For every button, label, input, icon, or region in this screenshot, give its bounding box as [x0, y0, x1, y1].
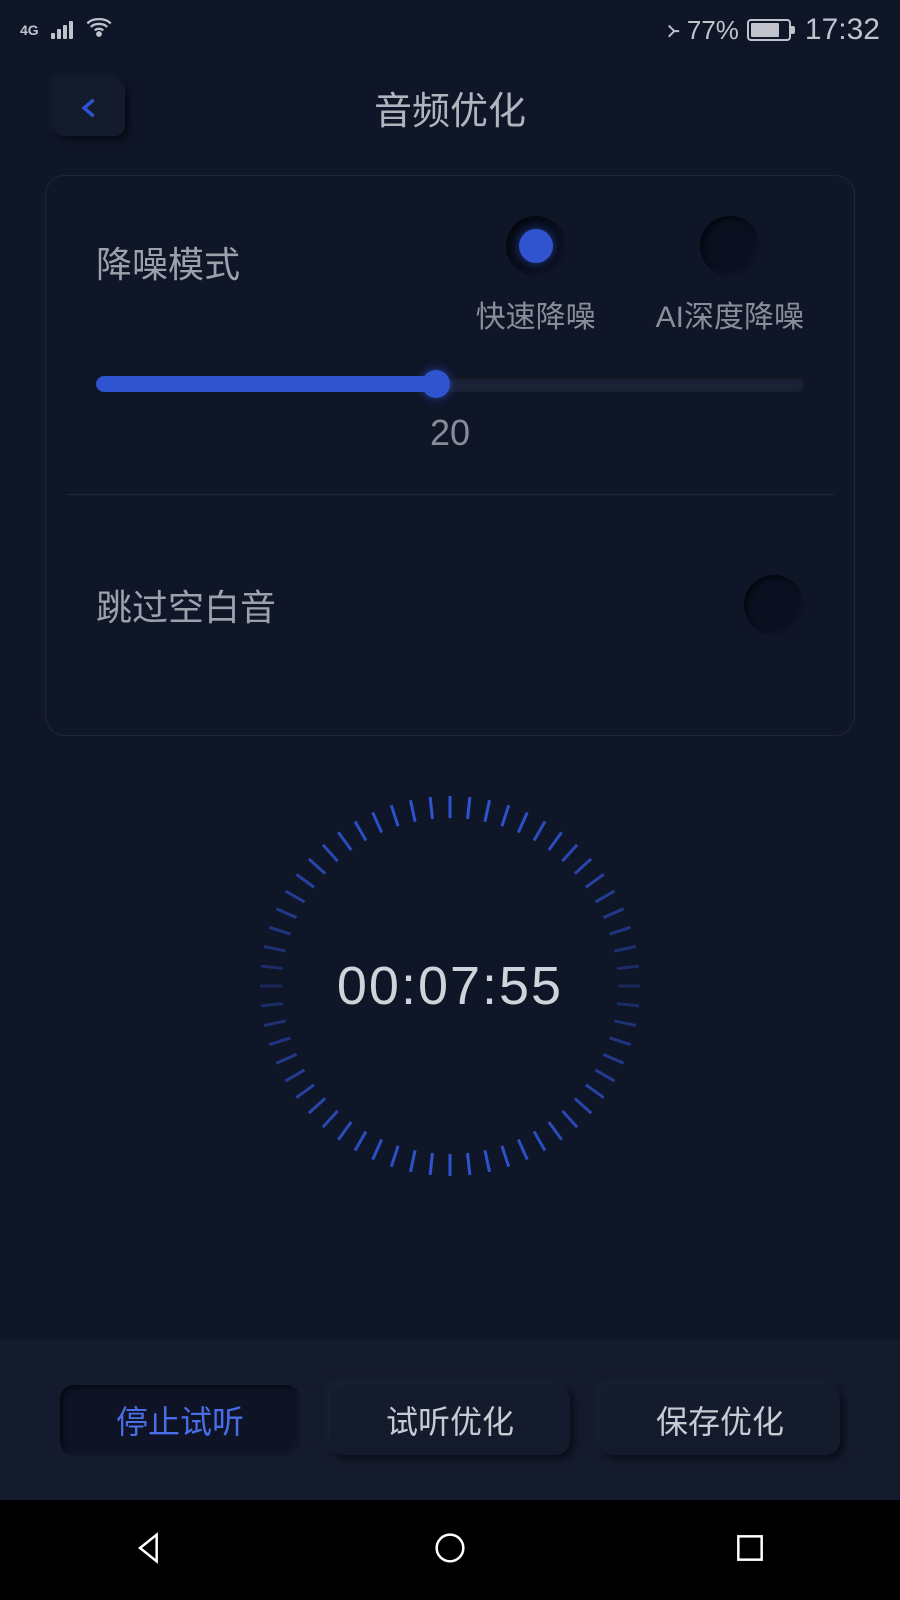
noise-mode-section: 降噪模式 快速降噪 AI深度降噪 — [46, 216, 854, 336]
skip-silence-label: 跳过空白音 — [96, 579, 276, 631]
save-optimize-button[interactable]: 保存优化 — [600, 1385, 840, 1455]
radio-option-ai[interactable]: AI深度降噪 — [656, 216, 804, 336]
nav-back-icon[interactable] — [130, 1528, 170, 1573]
network-indicator: 4G — [20, 23, 39, 37]
skip-silence-section: 跳过空白音 — [46, 535, 854, 675]
battery-percent: 77% — [687, 15, 739, 46]
timer-section: 00:07:55 — [0, 796, 900, 1176]
settings-card: 降噪模式 快速降噪 AI深度降噪 20 跳过空白音 — [45, 175, 855, 736]
radio-option-fast[interactable]: 快速降噪 — [476, 216, 596, 336]
nav-home-icon[interactable] — [430, 1528, 470, 1573]
system-nav-bar — [0, 1500, 900, 1600]
radio-fast-label: 快速降噪 — [476, 292, 596, 336]
back-button[interactable] — [55, 80, 125, 136]
signal-bars-icon — [51, 21, 73, 39]
radio-fast-icon — [506, 216, 566, 276]
clock-time: 17:32 — [805, 13, 880, 47]
slider-value: 20 — [96, 412, 804, 454]
preview-optimize-button[interactable]: 试听优化 — [330, 1385, 570, 1455]
skip-silence-toggle[interactable] — [744, 575, 804, 635]
radio-ai-label: AI深度降噪 — [656, 292, 804, 336]
bottom-button-bar: 停止试听 试听优化 保存优化 — [0, 1340, 900, 1500]
battery-icon — [747, 19, 791, 41]
noise-mode-label: 降噪模式 — [96, 216, 240, 288]
header: 音频优化 — [0, 60, 900, 175]
timer-dial: 00:07:55 — [260, 796, 640, 1176]
divider — [66, 494, 834, 495]
noise-level-slider[interactable] — [96, 376, 804, 392]
status-bar: 4G ᚛ 77% 17:32 — [0, 0, 900, 60]
bluetooth-icon: ᚛ — [667, 16, 679, 45]
radio-ai-icon — [700, 216, 760, 276]
stop-preview-button[interactable]: 停止试听 — [60, 1385, 300, 1455]
noise-level-slider-section: 20 — [46, 376, 854, 454]
slider-thumb[interactable] — [422, 370, 450, 398]
page-title: 音频优化 — [374, 80, 526, 135]
nav-recent-icon[interactable] — [730, 1528, 770, 1573]
wifi-icon — [85, 13, 113, 48]
